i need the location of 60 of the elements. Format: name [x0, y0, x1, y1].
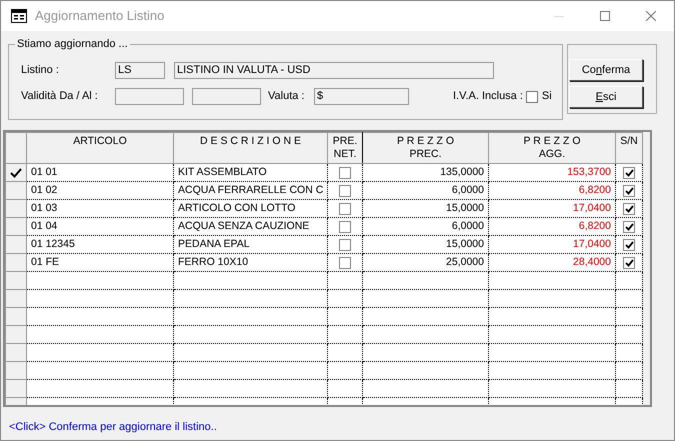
- checkbox[interactable]: [339, 184, 351, 196]
- window-icon: [11, 9, 27, 23]
- table-cell: 28,4000: [573, 256, 611, 268]
- table-cell: 01 12345: [31, 238, 75, 250]
- listino-label: Listino :: [21, 63, 60, 78]
- vat-option-label: Si: [542, 89, 552, 104]
- dialog-button[interactable]: Esci: [569, 86, 643, 108]
- column-header[interactable]: D E S C R I Z I O N E: [174, 132, 328, 164]
- checkbox[interactable]: [623, 220, 635, 232]
- table-cell: 6,8200: [578, 220, 611, 232]
- table-cell: 01 04: [31, 220, 58, 232]
- date-to-field[interactable]: [192, 88, 261, 105]
- checkbox[interactable]: [623, 238, 635, 250]
- column-header[interactable]: P R E Z Z O AGG.: [488, 132, 616, 164]
- group-label: Stiamo aggiornando ...: [15, 37, 130, 51]
- checkbox[interactable]: [623, 166, 635, 178]
- checkbox[interactable]: [339, 220, 351, 232]
- currency-field[interactable]: $: [314, 88, 409, 105]
- table-cell: 6,0000: [452, 184, 484, 196]
- vat-label: I.V.A. Inclusa :: [453, 89, 523, 104]
- checkbox[interactable]: [623, 256, 635, 268]
- column-header[interactable]: ARTICOLO: [26, 132, 174, 164]
- table-cell: 25,0000: [446, 256, 484, 268]
- table-cell: KIT ASSEMBLATO: [178, 166, 267, 178]
- table-cell: PEDANA EPAL: [178, 238, 250, 250]
- close-button[interactable]: [646, 11, 656, 21]
- validity-label: Validità Da / Al :: [21, 89, 99, 104]
- table-cell: 01 01: [31, 166, 58, 178]
- window-title: Aggiornamento Listino: [35, 7, 164, 26]
- checkbox[interactable]: [339, 238, 351, 250]
- vat-checkbox[interactable]: [526, 90, 538, 102]
- date-from-field[interactable]: [115, 88, 184, 105]
- table-cell: 15,0000: [446, 238, 484, 250]
- code-field[interactable]: LS: [115, 62, 165, 79]
- table-cell: ACQUA FERRARELLE CON C: [178, 184, 324, 196]
- table-cell: 153,3700: [567, 166, 611, 178]
- checkbox[interactable]: [623, 202, 635, 214]
- checkbox[interactable]: [339, 202, 351, 214]
- checkbox[interactable]: [623, 184, 635, 196]
- table-cell: ARTICOLO CON LOTTO: [178, 202, 296, 214]
- table-cell: FERRO 10X10: [178, 256, 248, 268]
- table-cell: 15,0000: [446, 202, 484, 214]
- status-text: <Click> Conferma per aggiornare il listino..: [9, 420, 217, 435]
- dialog-button[interactable]: Conferma: [569, 59, 643, 81]
- column-header[interactable]: P R E Z Z O PREC.: [362, 132, 488, 164]
- maximize-button[interactable]: [600, 11, 610, 21]
- valuta-label: Valuta :: [268, 89, 306, 104]
- column-header[interactable]: PRE. NET.: [328, 132, 362, 164]
- table-cell: 01 FE: [31, 256, 60, 268]
- table-cell: ACQUA SENZA CAUZIONE: [178, 220, 310, 232]
- table-cell: 6,0000: [452, 220, 484, 232]
- table-cell: 6,8200: [578, 184, 611, 196]
- checkbox[interactable]: [339, 166, 351, 178]
- table-cell: 135,0000: [440, 166, 484, 178]
- description-field[interactable]: LISTINO IN VALUTA - USD: [174, 62, 494, 79]
- table-cell: 01 02: [31, 184, 58, 196]
- table-cell: 17,0400: [573, 202, 611, 214]
- table-cell: 17,0400: [573, 238, 611, 250]
- checkbox[interactable]: [339, 256, 351, 268]
- table-cell: 01 03: [31, 202, 58, 214]
